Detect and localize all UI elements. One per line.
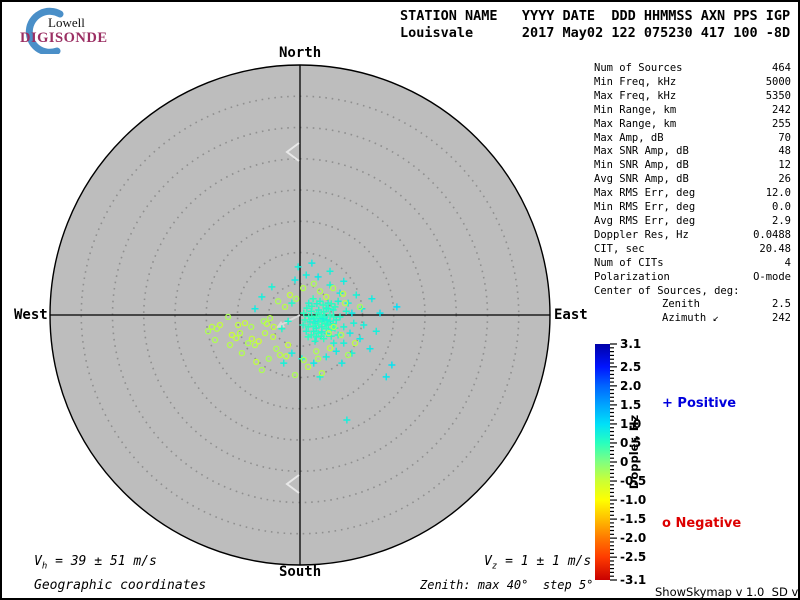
stat-value: 70 (778, 131, 791, 144)
colorbar-tick-label: -2.5 (620, 550, 647, 565)
colorbar-tick-label: 1.5 (620, 397, 642, 412)
stat-value: 4 (784, 256, 791, 269)
stat-label: Zenith (662, 298, 700, 311)
stat-value: 5000 (765, 75, 791, 88)
vz-value: = 1 ± 1 m/s (497, 554, 592, 569)
colorbar-tick-label: 2.5 (620, 359, 642, 374)
header-values: Louisvale 2017 May02 122 075230 417 100 … (400, 25, 791, 41)
stat-label: Max RMS Err, deg (594, 187, 696, 200)
stat-row: Polarization O-mode (594, 271, 791, 285)
vz-symbol: V (484, 554, 492, 569)
version-text: ShowSkymap v 1.0 SD v 5.1 (655, 585, 799, 599)
coords-note: Geographic coordinates (34, 578, 207, 593)
stat-row: Min Range, km 242 (594, 104, 791, 118)
stat-label: Azimuth ↙ (662, 312, 719, 325)
stat-value: 255 (772, 117, 791, 130)
vz-velocity: Vz = 1 ± 1 m/s (484, 554, 591, 572)
stat-row: Zenith 2.5 (594, 298, 791, 312)
stat-row: Num of Sources 464 (594, 62, 791, 76)
stat-row: Max Freq, kHz 5350 (594, 90, 791, 104)
stat-row: Max Range, km 255 (594, 118, 791, 132)
colorbar-tick-label: 0.5 (620, 435, 642, 450)
stat-row: Min Freq, kHz 5000 (594, 76, 791, 90)
colorbar-tick-label: 1.0 (620, 416, 642, 431)
label-south: South (279, 564, 322, 580)
label-west: West (14, 307, 48, 323)
stat-label: Doppler Res, Hz (594, 228, 689, 241)
stat-row: Max SNR Amp, dB 48 (594, 145, 791, 159)
stat-row: Max Amp, dB 70 (594, 132, 791, 146)
colorbar-tick-label: -0.5 (620, 474, 647, 489)
legend-positive: + Positive (662, 396, 737, 411)
stat-label: Min RMS Err, deg (594, 201, 696, 214)
stat-row: Azimuth ↙ 242 (594, 312, 791, 326)
stat-label: Avg RMS Err, deg (594, 214, 696, 227)
logo-text-lowell: Lowell (48, 15, 85, 30)
stat-value: 0.0488 (753, 228, 791, 241)
stat-label: Max Freq, kHz (594, 89, 677, 102)
stat-row: Avg SNR Amp, dB 26 (594, 173, 791, 187)
stat-row: Avg RMS Err, deg 2.9 (594, 215, 791, 229)
stat-label: Num of Sources (594, 62, 683, 74)
stat-label: Max SNR Amp, dB (594, 145, 689, 158)
stat-row: Min RMS Err, deg 0.0 (594, 201, 791, 215)
colorbar-tick-label: 3.1 (620, 337, 642, 351)
stat-label: Max Range, km (594, 117, 677, 130)
logo-text-digisonde: DIGISONDE (20, 30, 108, 46)
stat-label: Min Freq, kHz (594, 75, 677, 88)
stat-value: 0.0 (772, 201, 791, 214)
colorbar-tick-label: 2.0 (620, 378, 642, 393)
colorbar-tick-label: 0 (620, 455, 629, 469)
stat-value: 20.48 (759, 242, 791, 255)
stat-label: Avg SNR Amp, dB (594, 173, 689, 186)
stat-value: 12 (778, 159, 791, 172)
colorbar-tick-label: -1.0 (620, 493, 647, 508)
stat-value: 5350 (765, 89, 791, 102)
stat-value: 242 (772, 103, 791, 116)
stat-label: CIT, sec (594, 242, 645, 255)
header-columns: STATION NAME YYYY DATE DDD HHMMSS AXN PP… (400, 8, 791, 24)
stat-row: Min SNR Amp, dB 12 (594, 159, 791, 173)
stat-label: Min Range, km (594, 103, 677, 116)
label-north: North (279, 45, 322, 61)
stat-label: Polarization (594, 270, 670, 283)
showskymap-window: Lowell DIGISONDE STATION NAME YYYY DATE … (0, 0, 800, 600)
vh-value: = 39 ± 51 m/s (47, 554, 157, 569)
stat-label: Num of CITs (594, 256, 664, 269)
stat-value: O-mode (753, 270, 791, 283)
stat-label: Max Amp, dB (594, 131, 664, 144)
vh-velocity: Vh = 39 ± 51 m/s (34, 554, 157, 572)
stat-label: Min SNR Amp, dB (594, 159, 689, 172)
colorbar-tick-label: -2.0 (620, 531, 647, 546)
stat-row: CIT, sec 20.48 (594, 243, 791, 257)
stat-value: 26 (778, 173, 791, 186)
stat-value: 48 (778, 145, 791, 158)
lowell-digisonde-logo: Lowell DIGISONDE (10, 6, 120, 54)
colorbar-tick-label: -1.5 (620, 512, 647, 527)
stat-row: Max RMS Err, deg 12.0 (594, 187, 791, 201)
colorbar-tick-label: -3.1 (620, 573, 647, 587)
stat-row: Num of CITs 4 (594, 257, 791, 271)
stat-value: 2.9 (772, 214, 791, 227)
stat-row: Doppler Res, Hz 0.0488 (594, 229, 791, 243)
stat-value: 12.0 (765, 187, 791, 200)
stat-value: 2.5 (772, 298, 791, 311)
stat-value: 464 (772, 62, 791, 74)
doppler-colorbar (595, 344, 610, 580)
stats-panel: Num of Sources 464 Min Freq, kHz 5000 Max Fr… (594, 62, 791, 326)
label-east: East (554, 307, 588, 323)
zenith-range-note: Zenith: max 40° step 5° (420, 578, 594, 592)
legend-negative: o Negative (662, 516, 742, 531)
stat-value: 242 (772, 312, 791, 325)
vh-symbol: V (34, 554, 42, 569)
stat-label: Center of Sources, deg: (594, 284, 740, 297)
stat-row: Center of Sources, deg: (594, 285, 791, 299)
